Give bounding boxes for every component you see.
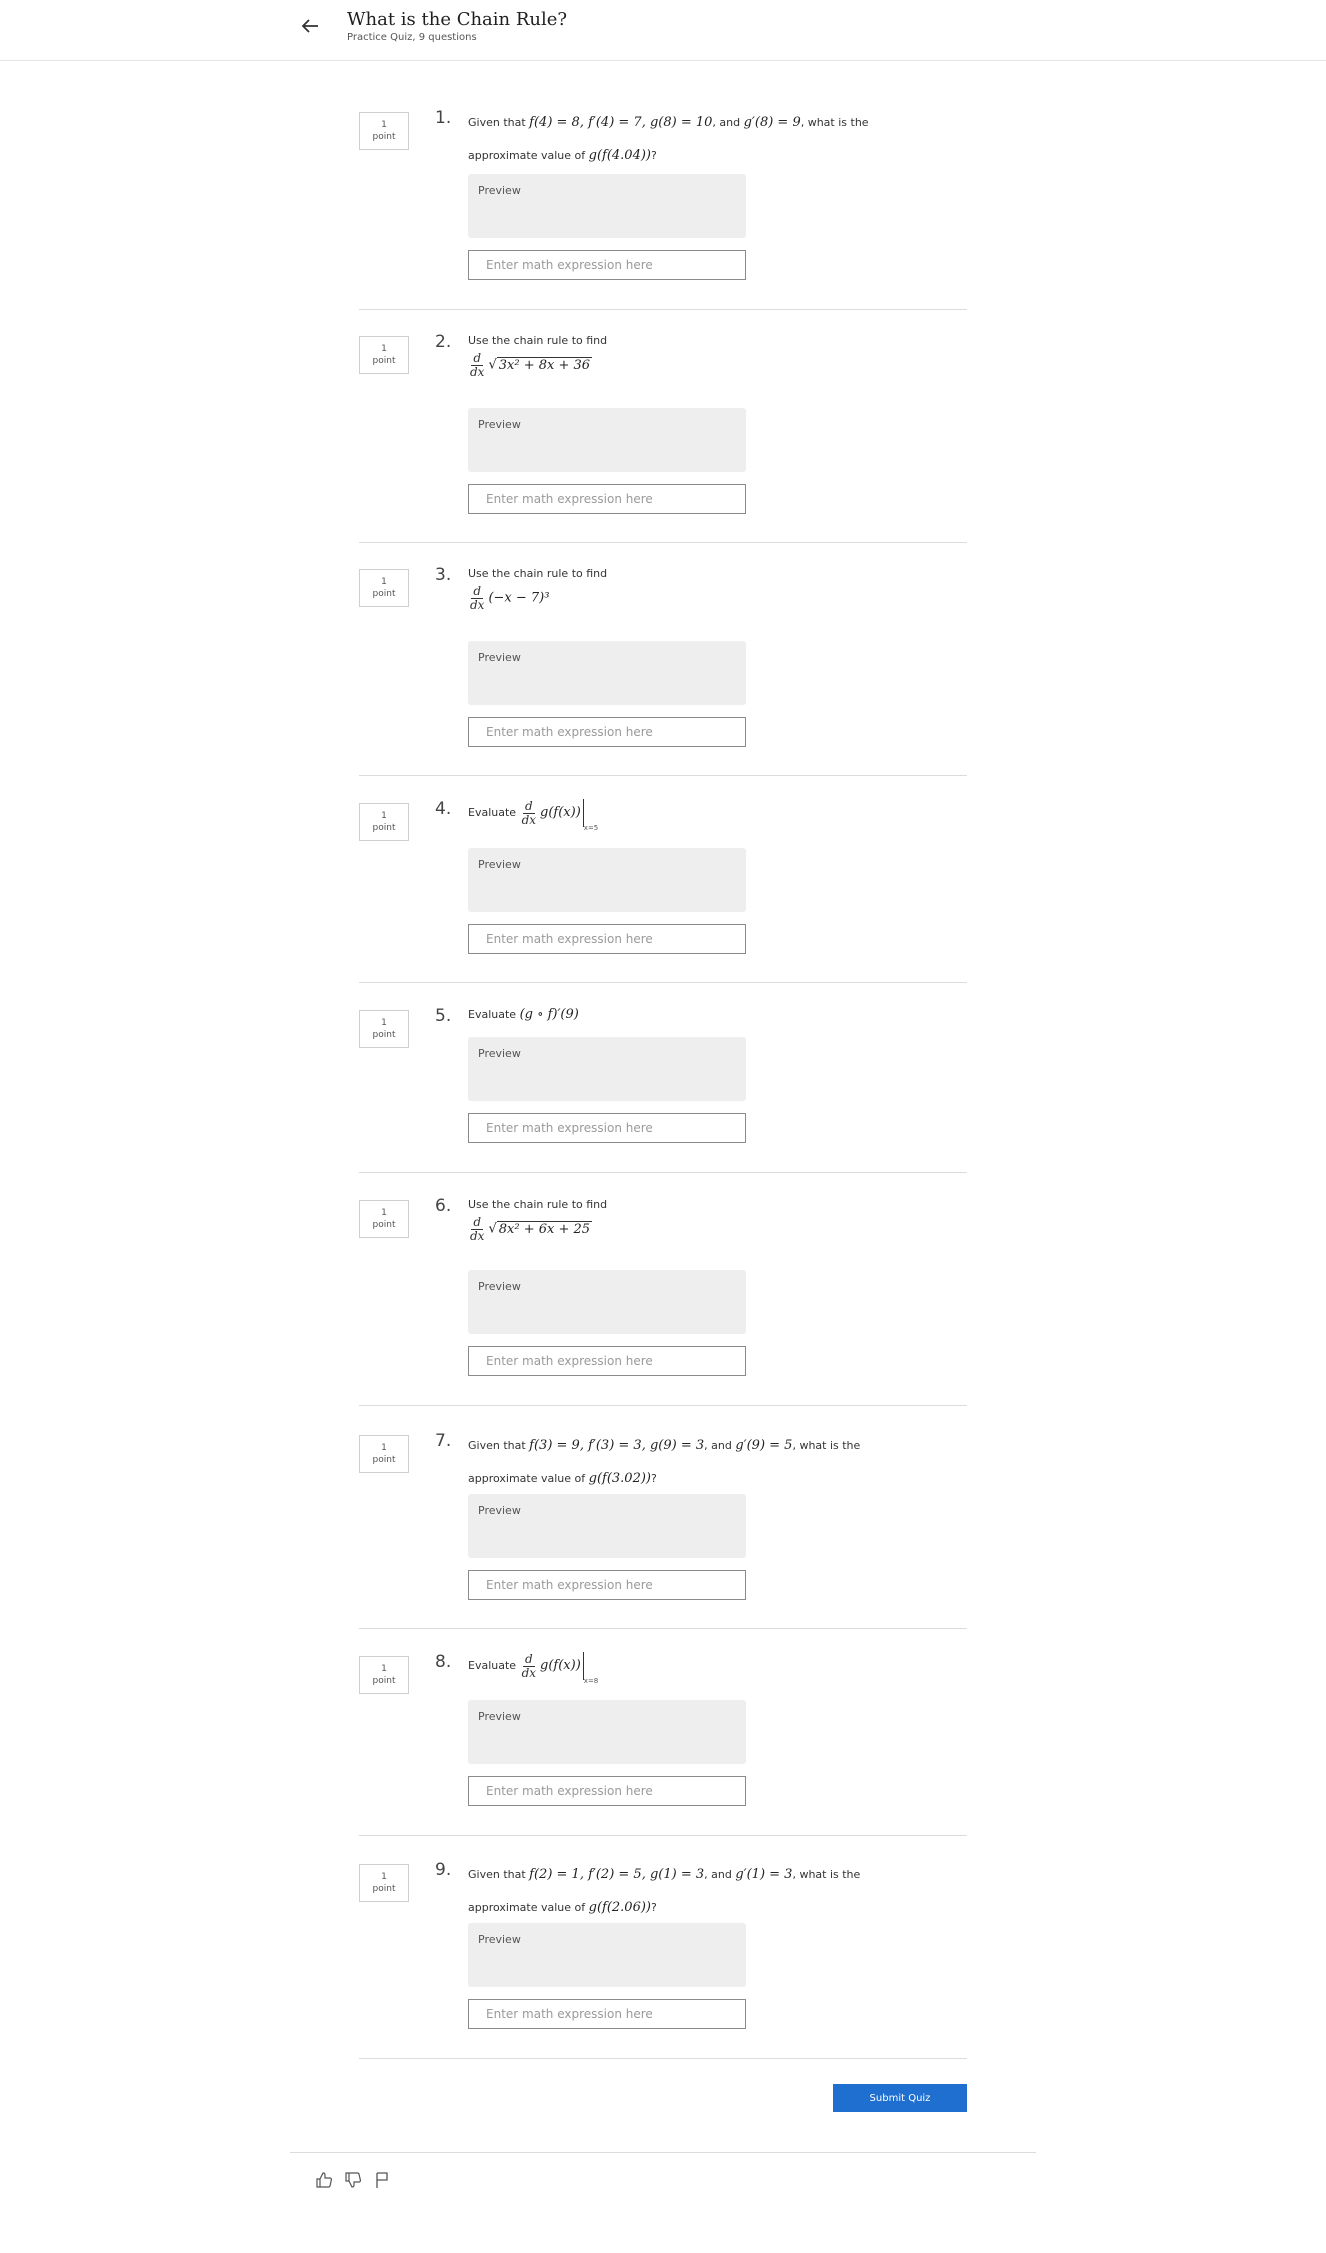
thumbs-down-icon[interactable]	[343, 2170, 363, 2190]
answer-preview: Preview	[468, 1700, 746, 1764]
question-divider	[359, 1628, 967, 1629]
submit-quiz-button[interactable]: Submit Quiz	[833, 2084, 967, 2112]
points-badge: 1 point	[359, 112, 409, 150]
question-text: Use the chain rule to find d dx √ 3x² + 8x …	[468, 334, 608, 379]
answer-preview: Preview	[468, 848, 746, 912]
question-text: Evaluate d dx g(f(x))x=5	[468, 798, 599, 832]
points-badge: 1 point	[359, 803, 409, 841]
answer-input[interactable]	[468, 1776, 746, 1806]
points-badge: 1 point	[359, 1864, 409, 1902]
question-text: Use the chain rule to find d dx (−x − 7)³	[468, 567, 608, 612]
question-divider	[359, 309, 967, 310]
question-text: Use the chain rule to find d dx √ 8x² + 6x …	[468, 1198, 608, 1243]
question-text: Evaluate d dx g(f(x))x=8	[468, 1651, 599, 1685]
question-number: 2.	[435, 332, 452, 352]
derivative-operator: d dx	[521, 1651, 537, 1680]
question-number: 3.	[435, 565, 452, 585]
thumbs-up-icon[interactable]	[314, 2170, 334, 2190]
question-divider	[359, 1835, 967, 1836]
answer-preview: Preview	[468, 1037, 746, 1101]
answer-input[interactable]	[468, 484, 746, 514]
question-number: 1.	[435, 108, 452, 128]
question-text: Given that f(3) = 9, f′(3) = 3, g(9) = 3…	[468, 1438, 861, 1486]
question-divider	[359, 982, 967, 983]
question-number: 6.	[435, 1196, 452, 1216]
question-number: 7.	[435, 1431, 452, 1451]
flag-icon[interactable]	[372, 2170, 392, 2190]
points-badge: 1 point	[359, 1010, 409, 1048]
points-badge: 1 point	[359, 1435, 409, 1473]
answer-input[interactable]	[468, 250, 746, 280]
derivative-operator: d dx	[521, 798, 537, 827]
answer-input[interactable]	[468, 1999, 746, 2029]
answer-preview: Preview	[468, 174, 746, 238]
answer-input[interactable]	[468, 717, 746, 747]
page-subtitle: Practice Quiz, 9 questions	[347, 32, 477, 43]
top-bar: What is the Chain Rule? Practice Quiz, 9…	[0, 0, 1326, 61]
answer-input[interactable]	[468, 1570, 746, 1600]
answer-preview: Preview	[468, 1494, 746, 1558]
answer-preview: Preview	[468, 1923, 746, 1987]
points-badge: 1 point	[359, 569, 409, 607]
derivative-operator: d dx	[470, 584, 485, 612]
question-text: Evaluate (g ∘ f)′(9)	[468, 1007, 579, 1022]
derivative-operator: d dx	[470, 351, 485, 379]
question-number: 4.	[435, 799, 452, 819]
question-text: Given that f(4) = 8, f′(4) = 7, g(8) = 1…	[468, 115, 869, 163]
question-number: 8.	[435, 1652, 452, 1672]
answer-input[interactable]	[468, 1113, 746, 1143]
question-divider	[359, 2058, 967, 2059]
answer-preview: Preview	[468, 408, 746, 472]
question-divider	[359, 1172, 967, 1173]
question-number: 5.	[435, 1006, 452, 1026]
footer-divider	[290, 2152, 1036, 2153]
points-badge: 1 point	[359, 1656, 409, 1694]
points-badge: 1 point	[359, 336, 409, 374]
answer-input[interactable]	[468, 1346, 746, 1376]
points-badge: 1 point	[359, 1200, 409, 1238]
question-divider	[359, 775, 967, 776]
back-arrow-icon[interactable]	[298, 14, 322, 38]
question-divider	[359, 1405, 967, 1406]
derivative-operator: d dx	[470, 1215, 485, 1243]
question-text: Given that f(2) = 1, f′(2) = 5, g(1) = 3…	[468, 1867, 861, 1915]
answer-input[interactable]	[468, 924, 746, 954]
question-divider	[359, 542, 967, 543]
page-title: What is the Chain Rule?	[347, 9, 568, 30]
answer-preview: Preview	[468, 641, 746, 705]
answer-preview: Preview	[468, 1270, 746, 1334]
question-number: 9.	[435, 1860, 452, 1880]
